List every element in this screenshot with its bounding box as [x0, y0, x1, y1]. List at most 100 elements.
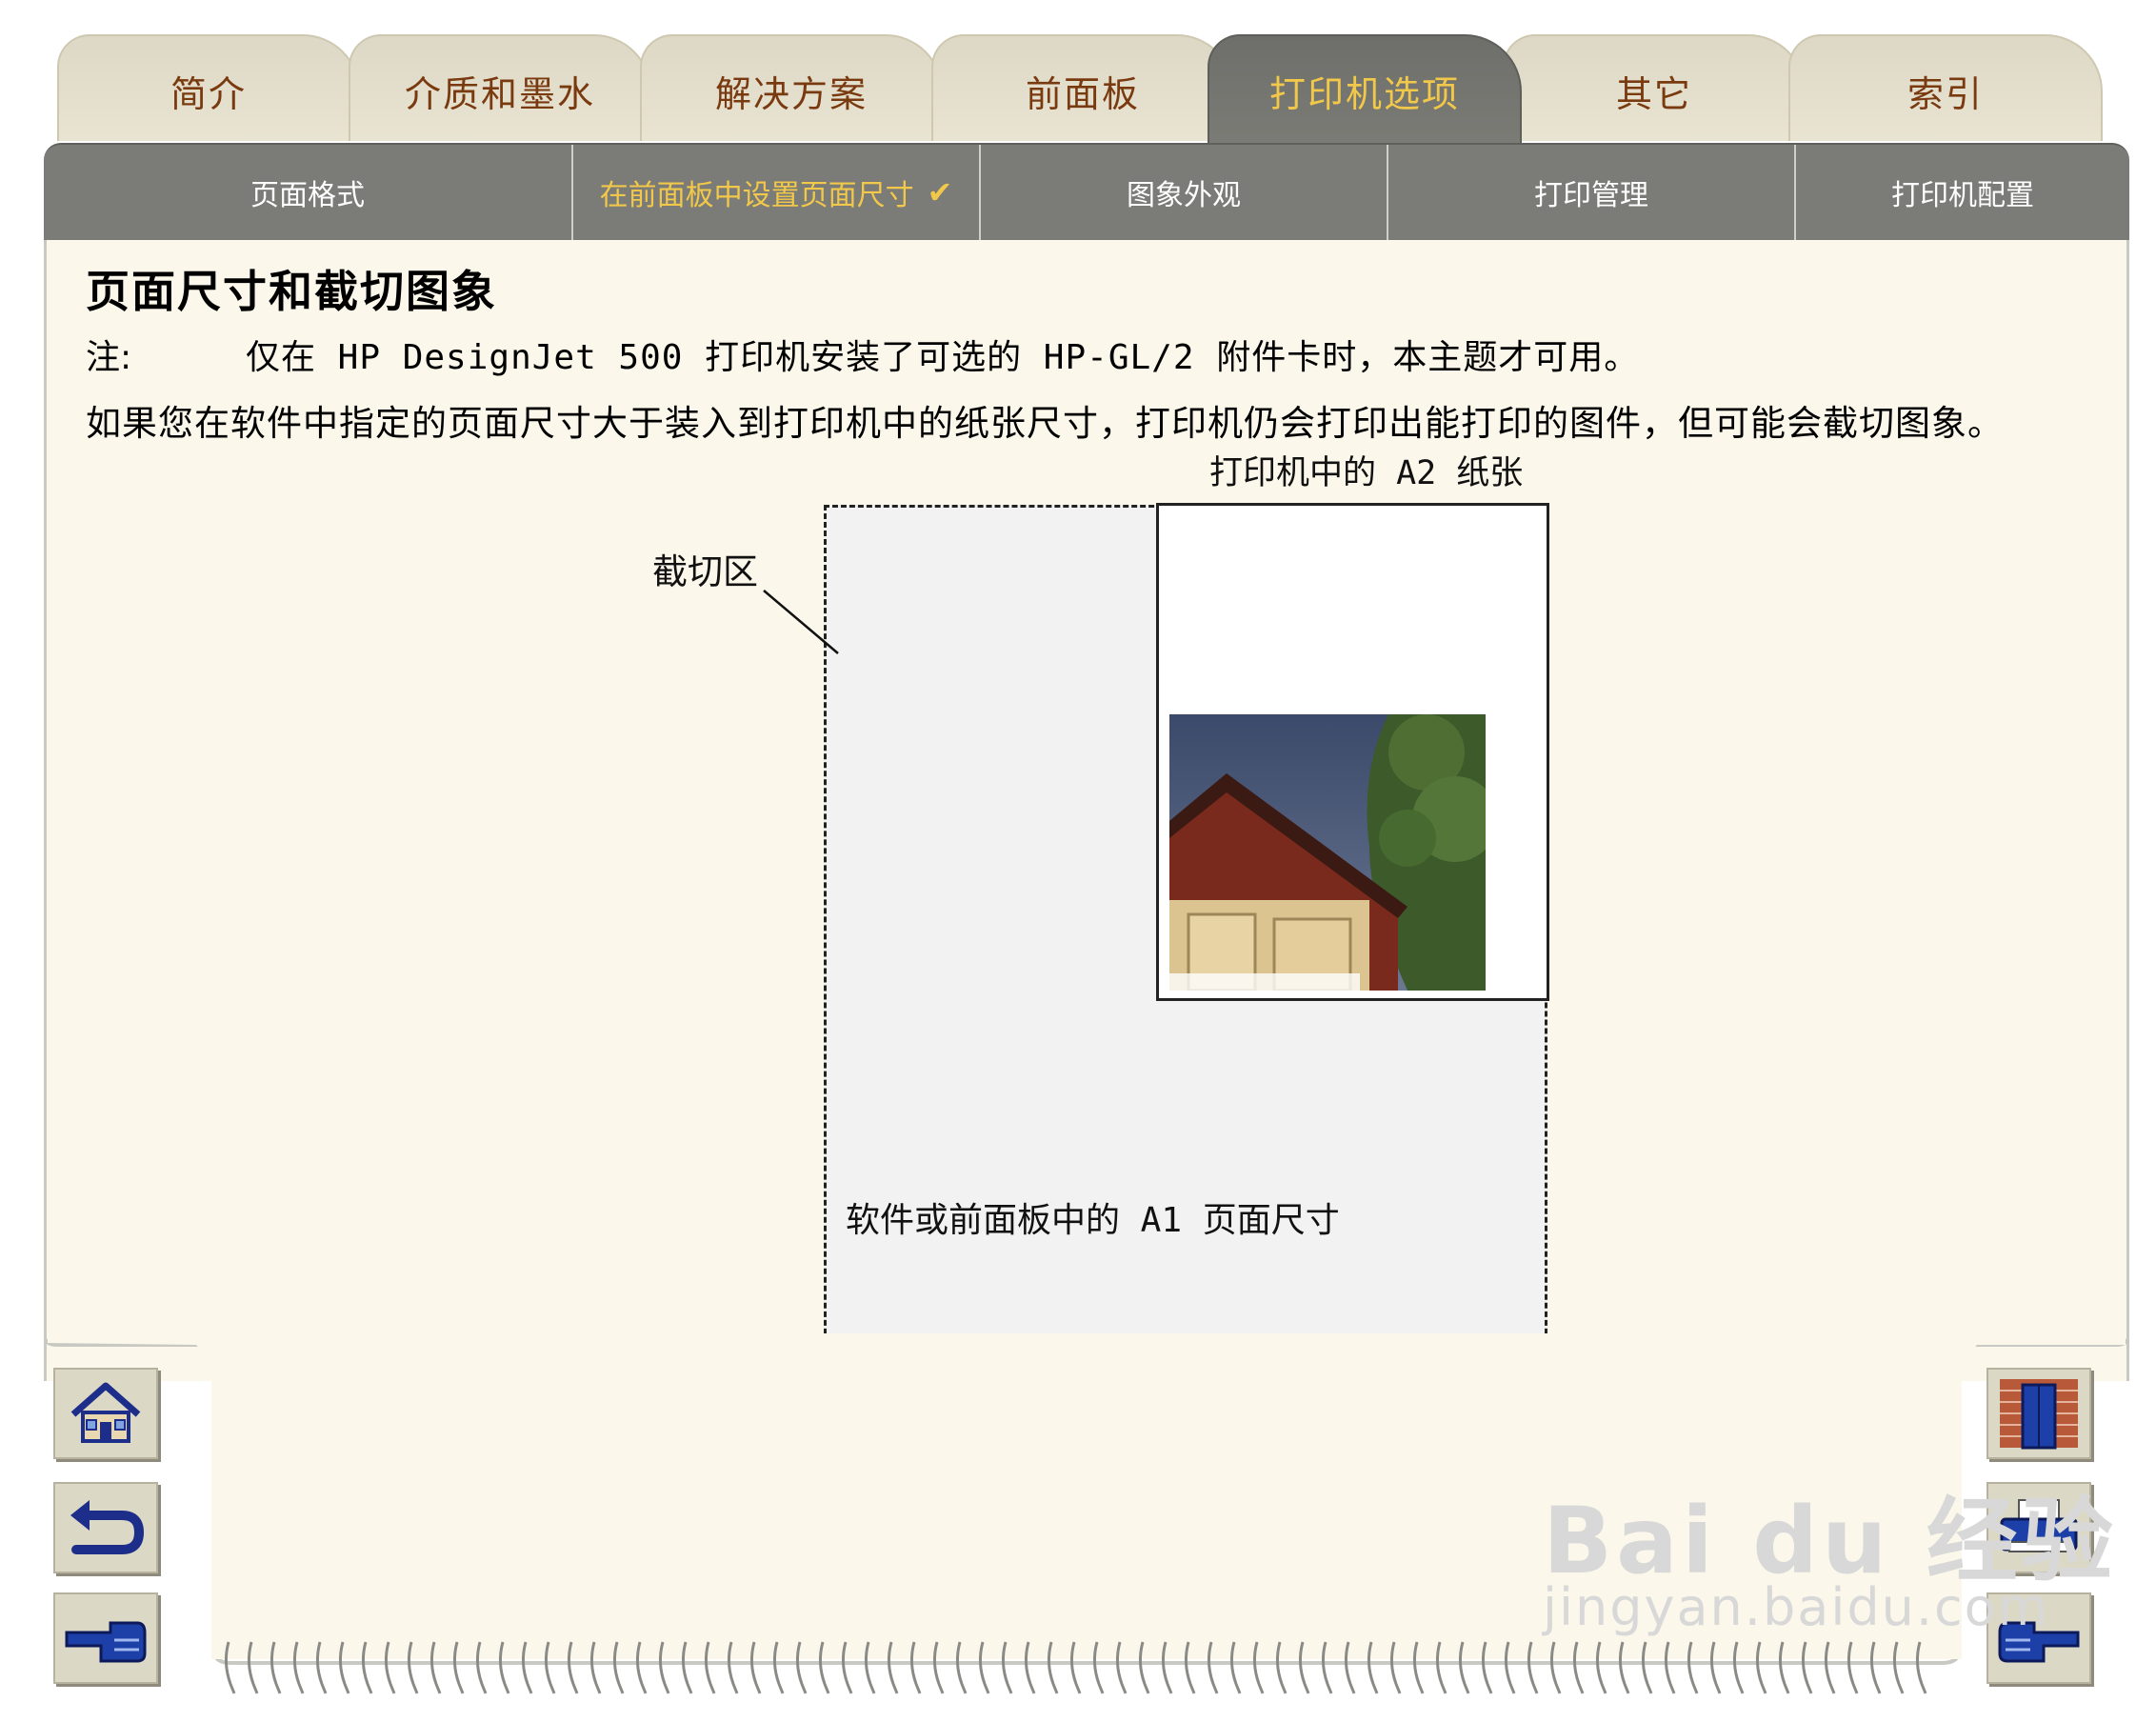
- spiral-coil: [1732, 1641, 1745, 1694]
- spiral-coil: [1778, 1641, 1790, 1694]
- spiral-coil: [612, 1641, 625, 1694]
- spiral-coil: [1549, 1641, 1562, 1694]
- tab-printer-options[interactable]: 打印机选项: [1208, 34, 1522, 158]
- spiral-coil: [1367, 1641, 1379, 1694]
- spiral-coil: [452, 1641, 465, 1694]
- spiral-coil: [1869, 1641, 1882, 1694]
- page-title: 页面尺寸和截切图象: [86, 266, 497, 317]
- subtab-print-management[interactable]: 打印管理: [1388, 145, 1796, 240]
- spiral-coil: [1389, 1641, 1402, 1694]
- exit-button[interactable]: [1986, 1368, 2091, 1459]
- spiral-coil: [795, 1641, 808, 1694]
- subtab-printer-config[interactable]: 打印机配置: [1796, 145, 2129, 240]
- subtab-label: 页面格式: [250, 179, 365, 212]
- checkmark-icon: ✔: [927, 174, 953, 210]
- tab-label: 解决方案: [714, 73, 868, 115]
- tab-front-panel[interactable]: 前面板: [931, 34, 1234, 141]
- back-button[interactable]: [53, 1482, 158, 1573]
- tab-media-ink[interactable]: 介质和墨水: [349, 34, 651, 141]
- tab-other[interactable]: 其它: [1503, 34, 1806, 141]
- spiral-coil: [978, 1641, 990, 1694]
- spiral-coil: [1069, 1641, 1082, 1694]
- spiral-coil: [1298, 1641, 1310, 1694]
- home-button[interactable]: [53, 1368, 158, 1459]
- spiral-coil: [864, 1641, 876, 1694]
- spiral-coil: [772, 1641, 785, 1694]
- spiral-coil: [1115, 1641, 1128, 1694]
- spiral-coil: [1412, 1641, 1425, 1694]
- subtab-image-appearance[interactable]: 图象外观: [981, 145, 1388, 240]
- spiral-coil: [1504, 1641, 1516, 1694]
- spiral-coil: [521, 1641, 533, 1694]
- back-icon: [70, 1500, 145, 1554]
- spiral-coil: [1572, 1641, 1585, 1694]
- tab-solutions[interactable]: 解决方案: [640, 34, 943, 141]
- spiral-coil: [704, 1641, 716, 1694]
- spiral-coil: [1641, 1641, 1653, 1694]
- leader-line: [763, 590, 839, 654]
- tab-label: 其它: [1615, 73, 1692, 115]
- spiral-coil: [1229, 1641, 1242, 1694]
- spiral-coil: [384, 1641, 396, 1694]
- spiral-coil: [1481, 1641, 1493, 1694]
- spiral-coil: [1892, 1641, 1905, 1694]
- door-icon: [2000, 1379, 2078, 1450]
- body-paragraph: 如果您在软件中指定的页面尺寸大于装入到打印机中的纸张尺寸，打印机仍会打印出能打印…: [86, 403, 2004, 444]
- barn-photo: [1169, 714, 1486, 991]
- home-icon: [70, 1382, 141, 1443]
- spiral-coil: [315, 1641, 328, 1694]
- spiral-coil: [1275, 1641, 1288, 1694]
- spiral-coil: [658, 1641, 670, 1694]
- tab-label: 简介: [170, 73, 247, 115]
- sub-tab-bar: 页面格式 在前面板中设置页面尺寸 ✔ 图象外观 打印管理 打印机配置: [44, 143, 2129, 240]
- spiral-coil: [1047, 1641, 1059, 1694]
- watermark-url: jingyan.baidu.com: [1543, 1577, 2050, 1637]
- spiral-coil: [1915, 1641, 1927, 1694]
- main-tab-bar: 简介 介质和墨水 解决方案 前面板 打印机选项 其它 索引: [57, 34, 2152, 158]
- spiral-coil: [1687, 1641, 1699, 1694]
- spiral-coil: [1161, 1641, 1173, 1694]
- spiral-coil: [1344, 1641, 1356, 1694]
- subtab-page-format[interactable]: 页面格式: [44, 145, 573, 240]
- spiral-coil: [1001, 1641, 1013, 1694]
- spiral-coil: [270, 1641, 282, 1694]
- spiral-coil: [361, 1641, 373, 1694]
- spiral-coil: [1595, 1641, 1607, 1694]
- spiral-coil: [635, 1641, 648, 1694]
- spiral-coil: [818, 1641, 830, 1694]
- spiral-coil: [887, 1641, 899, 1694]
- spiral-coil: [1847, 1641, 1859, 1694]
- subtab-label: 图象外观: [1127, 179, 1241, 212]
- tab-index[interactable]: 索引: [1788, 34, 2103, 141]
- spiral-coil: [1458, 1641, 1470, 1694]
- tab-intro[interactable]: 简介: [57, 34, 360, 141]
- tab-label: 索引: [1906, 73, 1984, 115]
- a1-page-label: 软件或前面板中的 A1 页面尺寸: [846, 1201, 1340, 1240]
- spiral-coil: [1252, 1641, 1265, 1694]
- tab-label: 打印机选项: [1268, 73, 1460, 115]
- spiral-coil: [475, 1641, 488, 1694]
- spiral-coil: [681, 1641, 693, 1694]
- subtab-label: 在前面板中设置页面尺寸: [599, 179, 914, 212]
- spiral-coil: [909, 1641, 922, 1694]
- spiral-coil: [749, 1641, 762, 1694]
- spiral-coil: [1801, 1641, 1813, 1694]
- spiral-coil: [1527, 1641, 1539, 1694]
- spiral-coil: [932, 1641, 945, 1694]
- spiral-coil: [224, 1641, 236, 1694]
- previous-page-button[interactable]: [53, 1592, 158, 1684]
- spiral-binding: [224, 1641, 1927, 1694]
- spiral-coil: [727, 1641, 739, 1694]
- spiral-coil: [292, 1641, 305, 1694]
- note-label: 注:: [86, 338, 132, 377]
- spiral-coil: [1755, 1641, 1767, 1694]
- spiral-coil: [1618, 1641, 1630, 1694]
- spiral-coil: [1321, 1641, 1333, 1694]
- spiral-coil: [1664, 1641, 1676, 1694]
- subtab-set-page-size[interactable]: 在前面板中设置页面尺寸 ✔: [573, 145, 981, 240]
- tab-label: 介质和墨水: [404, 73, 595, 115]
- subtab-label: 打印机配置: [1891, 179, 2034, 212]
- spiral-coil: [589, 1641, 602, 1694]
- spiral-coil: [247, 1641, 259, 1694]
- spiral-coil: [338, 1641, 350, 1694]
